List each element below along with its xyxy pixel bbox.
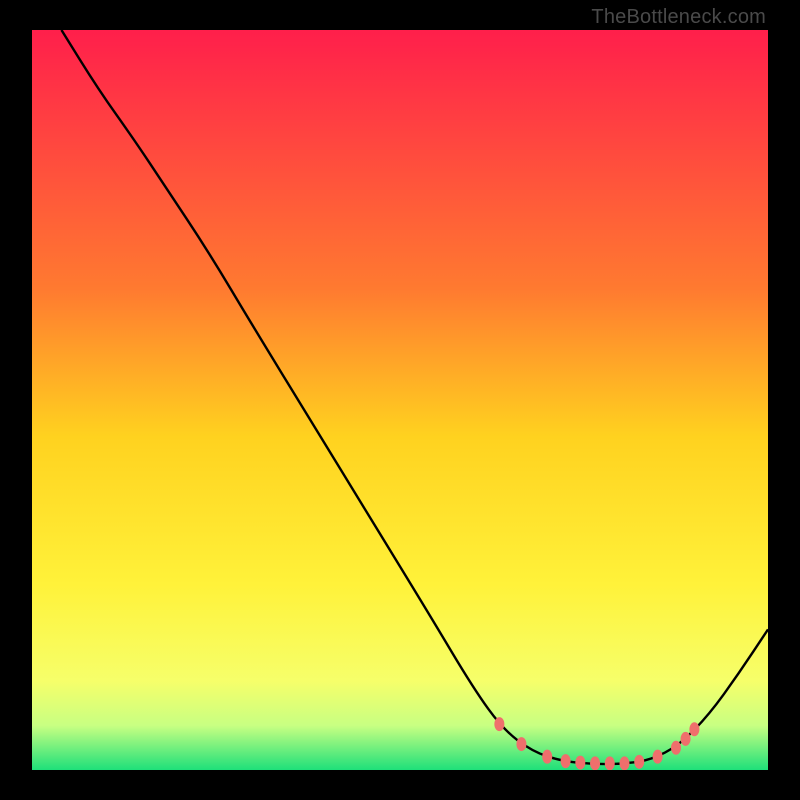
dot-marker [689, 722, 699, 736]
dot-marker [542, 750, 552, 764]
dot-marker [681, 732, 691, 746]
dot-marker [634, 755, 644, 769]
dot-marker [516, 737, 526, 751]
chart-frame [32, 30, 768, 770]
dot-marker [605, 756, 615, 770]
dot-marker [653, 750, 663, 764]
chart-svg [32, 30, 768, 770]
dot-marker [671, 741, 681, 755]
dot-marker [590, 756, 600, 770]
gradient-bg [32, 30, 768, 770]
watermark-text: TheBottleneck.com [591, 6, 766, 29]
dot-marker [575, 756, 585, 770]
dot-marker [619, 756, 629, 770]
dot-marker [561, 754, 571, 768]
dot-marker [494, 717, 504, 731]
